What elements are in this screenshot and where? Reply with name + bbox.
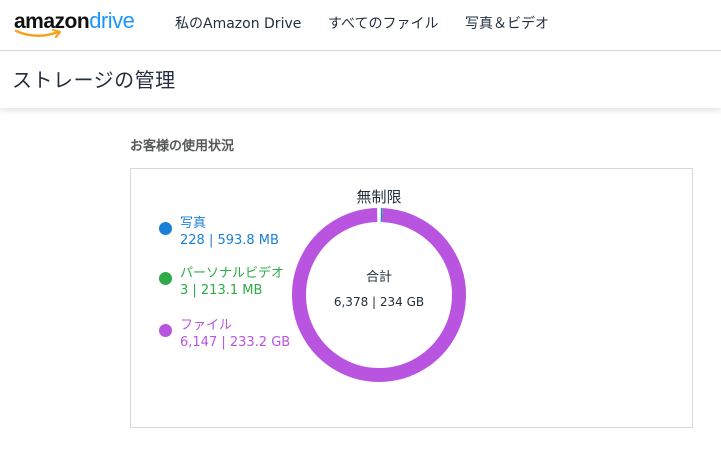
top-navigation-bar: amazondrive 私のAmazon Drive すべてのファイル 写真＆ビ… xyxy=(0,0,721,51)
total-value: 6,378 | 234 GB xyxy=(333,295,425,309)
photos-color-dot xyxy=(159,222,172,235)
usage-section-title: お客様の使用状況 xyxy=(130,139,235,154)
page-title: ストレージの管理 xyxy=(12,68,176,92)
nav-photos-videos[interactable]: 写真＆ビデオ xyxy=(465,0,549,50)
amazon-smile-icon xyxy=(15,28,62,39)
nav-all-files[interactable]: すべてのファイル xyxy=(328,0,438,50)
logo-drive-text: drive xyxy=(89,8,135,33)
legend-item-personal-videos: パーソナルビデオ 3 | 213.1 MB xyxy=(159,265,299,301)
videos-color-dot xyxy=(159,272,172,285)
legend-videos-label: パーソナルビデオ xyxy=(180,266,285,281)
page-header: ストレージの管理 xyxy=(0,52,721,108)
nav-my-amazon-drive[interactable]: 私のAmazon Drive xyxy=(175,0,301,50)
legend-photos-label: 写真 xyxy=(180,216,207,231)
legend-item-files: ファイル 6,147 | 233.2 GB xyxy=(159,317,299,353)
total-label: 合計 xyxy=(365,270,392,285)
legend-videos-value: 3 | 213.1 MB xyxy=(180,283,263,298)
usage-panel: 写真 228 | 593.8 MB パーソナルビデオ 3 | 213.1 MB … xyxy=(130,168,693,428)
files-color-dot xyxy=(159,324,172,337)
legend-files-label: ファイル xyxy=(180,318,233,333)
legend-files-value: 6,147 | 233.2 GB xyxy=(180,335,291,350)
legend-item-photos: 写真 228 | 593.8 MB xyxy=(159,215,299,251)
quota-unlimited-label: 無制限 xyxy=(356,188,402,206)
legend-photos-value: 228 | 593.8 MB xyxy=(180,233,279,248)
amazon-drive-logo[interactable]: amazondrive xyxy=(14,8,142,40)
